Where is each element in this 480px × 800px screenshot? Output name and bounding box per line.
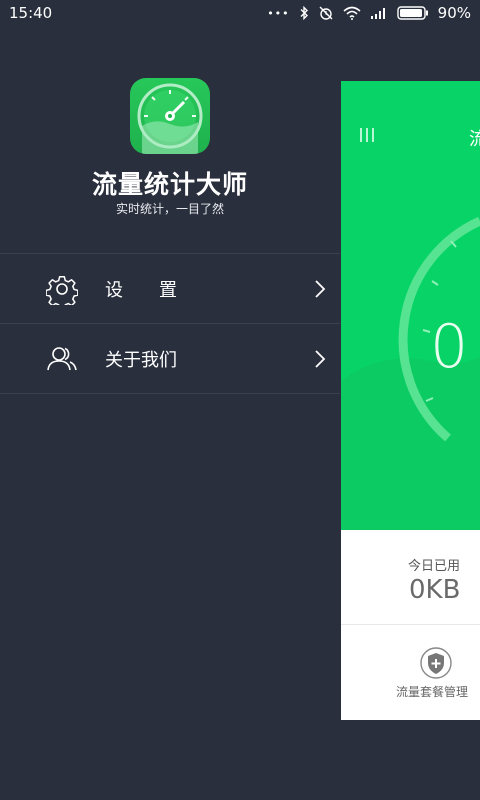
battery-icon xyxy=(396,6,429,20)
navigation-drawer: 流量统计大师 实时统计，一目了然 设 置 关于我们 xyxy=(0,26,340,800)
gauge-arc xyxy=(341,216,480,530)
page-title: 流 xyxy=(469,129,480,150)
signal-icon xyxy=(370,7,388,19)
gauge-value: 0 xyxy=(430,312,469,382)
menu-item-label: 关于我们 xyxy=(105,350,177,371)
users-icon xyxy=(46,343,78,379)
traffic-gauge-panel: 流 0 xyxy=(341,81,480,530)
status-icons: ••• 90% xyxy=(267,4,471,22)
app-slogan: 实时统计，一目了然 xyxy=(115,202,224,216)
divider xyxy=(341,624,480,625)
bluetooth-icon xyxy=(299,6,309,20)
plan-management-button[interactable]: 流量套餐管理 xyxy=(396,683,468,700)
menu-item-label: 设 置 xyxy=(105,280,177,301)
chevron-right-icon xyxy=(313,349,327,373)
notification-dots: ••• xyxy=(267,6,290,20)
wifi-icon xyxy=(343,6,361,20)
app-logo xyxy=(130,78,210,154)
chevron-right-icon xyxy=(313,279,327,303)
main-content-card[interactable]: 流 0 今日已用 0KB 流量套餐管理 xyxy=(341,81,480,720)
today-used-label: 今日已用 xyxy=(408,559,461,574)
app-name: 流量统计大师 xyxy=(91,170,248,199)
today-used-value: 0KB xyxy=(409,575,461,605)
menu-icon[interactable] xyxy=(358,127,376,147)
alarm-off-icon xyxy=(318,5,334,21)
menu-item-settings[interactable]: 设 置 xyxy=(0,254,340,324)
menu-item-about[interactable]: 关于我们 xyxy=(0,324,340,394)
status-bar: 15:40 ••• 90% xyxy=(0,0,480,26)
gear-icon xyxy=(45,273,79,310)
shield-plus-icon[interactable] xyxy=(419,647,453,683)
battery-percent: 90% xyxy=(437,4,471,22)
status-time: 15:40 xyxy=(9,4,53,22)
speedometer-icon xyxy=(137,83,203,154)
drawer-menu: 设 置 关于我们 xyxy=(0,253,340,394)
